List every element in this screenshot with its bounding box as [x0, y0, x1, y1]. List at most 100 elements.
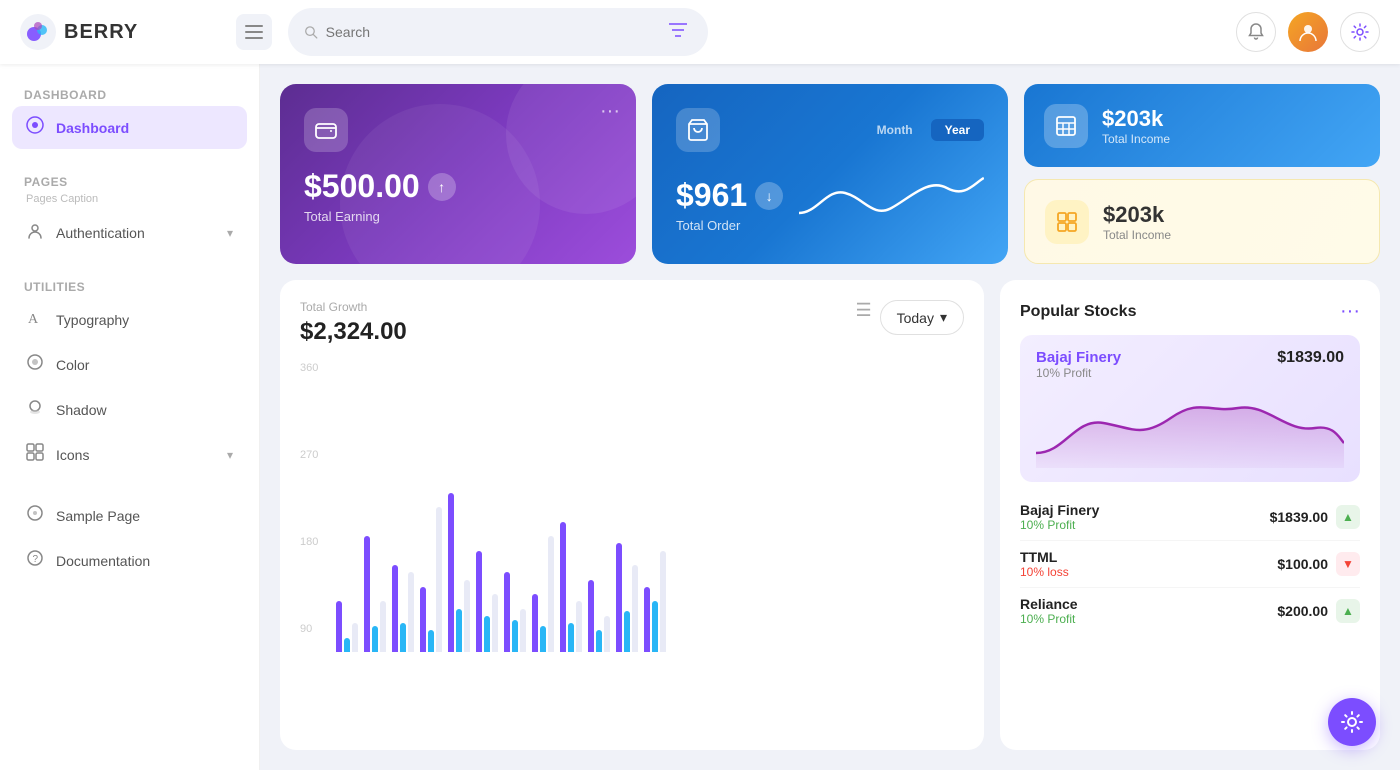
chart-menu-icon[interactable]: ☰ — [855, 300, 871, 321]
mini-card-yellow-info: $203k Total Income — [1103, 202, 1171, 242]
bar-purple-8 — [560, 522, 566, 653]
chart-body: 360 270 180 90 — [300, 362, 964, 730]
bar-group-1 — [364, 536, 386, 652]
stock-trend-badge-1: ▼ — [1336, 552, 1360, 576]
sidebar-item-dashboard[interactable]: Dashboard — [12, 106, 247, 149]
stock-list-item-1[interactable]: TTML10% loss $100.00 ▼ — [1020, 541, 1360, 588]
bajaj-preview-card: Bajaj Finery 10% Profit $1839.00 — [1020, 335, 1360, 482]
stock-profit-2: 10% Profit — [1020, 612, 1078, 626]
bar-blue-9 — [596, 630, 602, 652]
mini-card-income-yellow: $203k Total Income — [1024, 179, 1380, 264]
table-icon — [1054, 114, 1078, 138]
berry-logo-icon — [20, 14, 56, 50]
bar-blue-5 — [484, 616, 490, 652]
sample-page-icon — [26, 504, 44, 527]
bar-group-0 — [336, 601, 358, 652]
bar-group-11 — [644, 551, 666, 653]
documentation-icon: ? — [26, 549, 44, 572]
trend-down-icon: ↓ — [755, 182, 783, 210]
grid-icon — [1055, 210, 1079, 234]
y-label-270: 270 — [300, 449, 318, 461]
sidebar-item-typography[interactable]: A Typography — [12, 298, 247, 341]
sidebar-documentation-label: Documentation — [56, 553, 233, 569]
sidebar-icons-label: Icons — [56, 447, 215, 463]
search-input[interactable] — [326, 24, 657, 40]
stock-price-1: $100.00 — [1277, 556, 1328, 572]
bar-blue-7 — [540, 626, 546, 652]
bar-purple-5 — [476, 551, 482, 653]
bar-blue-1 — [372, 626, 378, 652]
sidebar-dashboard-label: Dashboard — [56, 120, 233, 136]
bar-purple-4 — [448, 493, 454, 653]
stock-price-2: $200.00 — [1277, 603, 1328, 619]
today-button[interactable]: Today ▾ — [880, 300, 964, 335]
mini-card-income-blue: $203k Total Income — [1024, 84, 1380, 167]
sidebar-item-icons[interactable]: Icons ▾ — [12, 433, 247, 476]
main-layout: Dashboard Dashboard Pages Pages Caption … — [0, 64, 1400, 770]
svg-text:A: A — [28, 312, 39, 326]
order-card-content: $961 ↓ Total Order — [676, 168, 984, 233]
color-icon — [26, 353, 44, 376]
bar-blue-10 — [624, 611, 630, 652]
avatar[interactable] — [1288, 12, 1328, 52]
content-area: ··· $500.00 ↑ Total Earning — [260, 64, 1400, 770]
mini-card-blue-amount: $203k — [1102, 106, 1170, 132]
order-card-icon — [676, 108, 720, 152]
topbar: BERRY — [0, 0, 1400, 64]
bar-purple-6 — [504, 572, 510, 652]
bar-purple-10 — [616, 543, 622, 652]
sidebar: Dashboard Dashboard Pages Pages Caption … — [0, 64, 260, 770]
bar-purple-9 — [588, 580, 594, 653]
bar-blue-6 — [512, 620, 518, 652]
stock-name-2: Reliance — [1020, 596, 1078, 612]
sidebar-item-shadow[interactable]: Shadow — [12, 388, 247, 431]
earning-card-menu[interactable]: ··· — [600, 100, 620, 123]
bar-group-9 — [588, 580, 610, 653]
notification-button[interactable] — [1236, 12, 1276, 52]
bar-purple-7 — [532, 594, 538, 652]
sidebar-item-documentation[interactable]: ? Documentation — [12, 539, 247, 582]
bar-purple-2 — [392, 565, 398, 652]
chart-header: Total Growth $2,324.00 ☰ Today ▾ — [300, 300, 964, 346]
bar-purple-11 — [644, 587, 650, 652]
bar-group-8 — [560, 522, 582, 653]
stock-name-1: TTML — [1020, 549, 1069, 565]
search-icon — [304, 24, 318, 40]
bar-group-7 — [532, 536, 554, 652]
stock-list-item-0[interactable]: Bajaj Finery10% Profit$1839.00▲ — [1020, 494, 1360, 541]
bar-group-4 — [448, 493, 470, 653]
topbar-right — [1236, 12, 1380, 52]
sidebar-item-authentication[interactable]: Authentication ▾ — [12, 211, 247, 254]
bar-light-0 — [352, 623, 358, 652]
stock-name-0: Bajaj Finery — [1020, 502, 1099, 518]
sidebar-item-sample-page[interactable]: Sample Page — [12, 494, 247, 537]
typography-icon: A — [26, 308, 44, 331]
bar-light-9 — [604, 616, 610, 652]
stock-profit-1: 10% loss — [1020, 565, 1069, 579]
order-card: Month Year $961 ↓ Total Order — [652, 84, 1008, 264]
svg-text:?: ? — [33, 554, 39, 565]
sidebar-item-color[interactable]: Color — [12, 343, 247, 386]
stock-list-item-2[interactable]: Reliance10% Profit $200.00 ▲ — [1020, 588, 1360, 634]
sidebar-pages-section: Pages — [12, 167, 247, 193]
bar-light-8 — [576, 601, 582, 652]
filter-button[interactable] — [665, 16, 692, 48]
fab-button[interactable] — [1328, 698, 1376, 746]
menu-icon — [245, 25, 263, 39]
hamburger-button[interactable] — [236, 14, 272, 50]
shopping-bag-icon — [686, 118, 710, 142]
bar-blue-0 — [344, 638, 350, 653]
order-tab-month[interactable]: Month — [863, 119, 927, 141]
order-wave-chart — [799, 168, 984, 233]
right-mini-cards: $203k Total Income $203k — [1024, 84, 1380, 264]
stocks-menu-icon[interactable]: ··· — [1340, 300, 1360, 323]
stock-trend-badge-2: ▲ — [1336, 599, 1360, 623]
user-avatar-icon — [1297, 21, 1319, 43]
bars-area — [336, 362, 666, 652]
bar-light-1 — [380, 601, 386, 652]
stock-profit-0: 10% Profit — [1020, 518, 1099, 532]
order-tab-year[interactable]: Year — [931, 119, 984, 141]
gear-icon — [1351, 23, 1369, 41]
logo-area: BERRY — [20, 14, 220, 50]
settings-button[interactable] — [1340, 12, 1380, 52]
